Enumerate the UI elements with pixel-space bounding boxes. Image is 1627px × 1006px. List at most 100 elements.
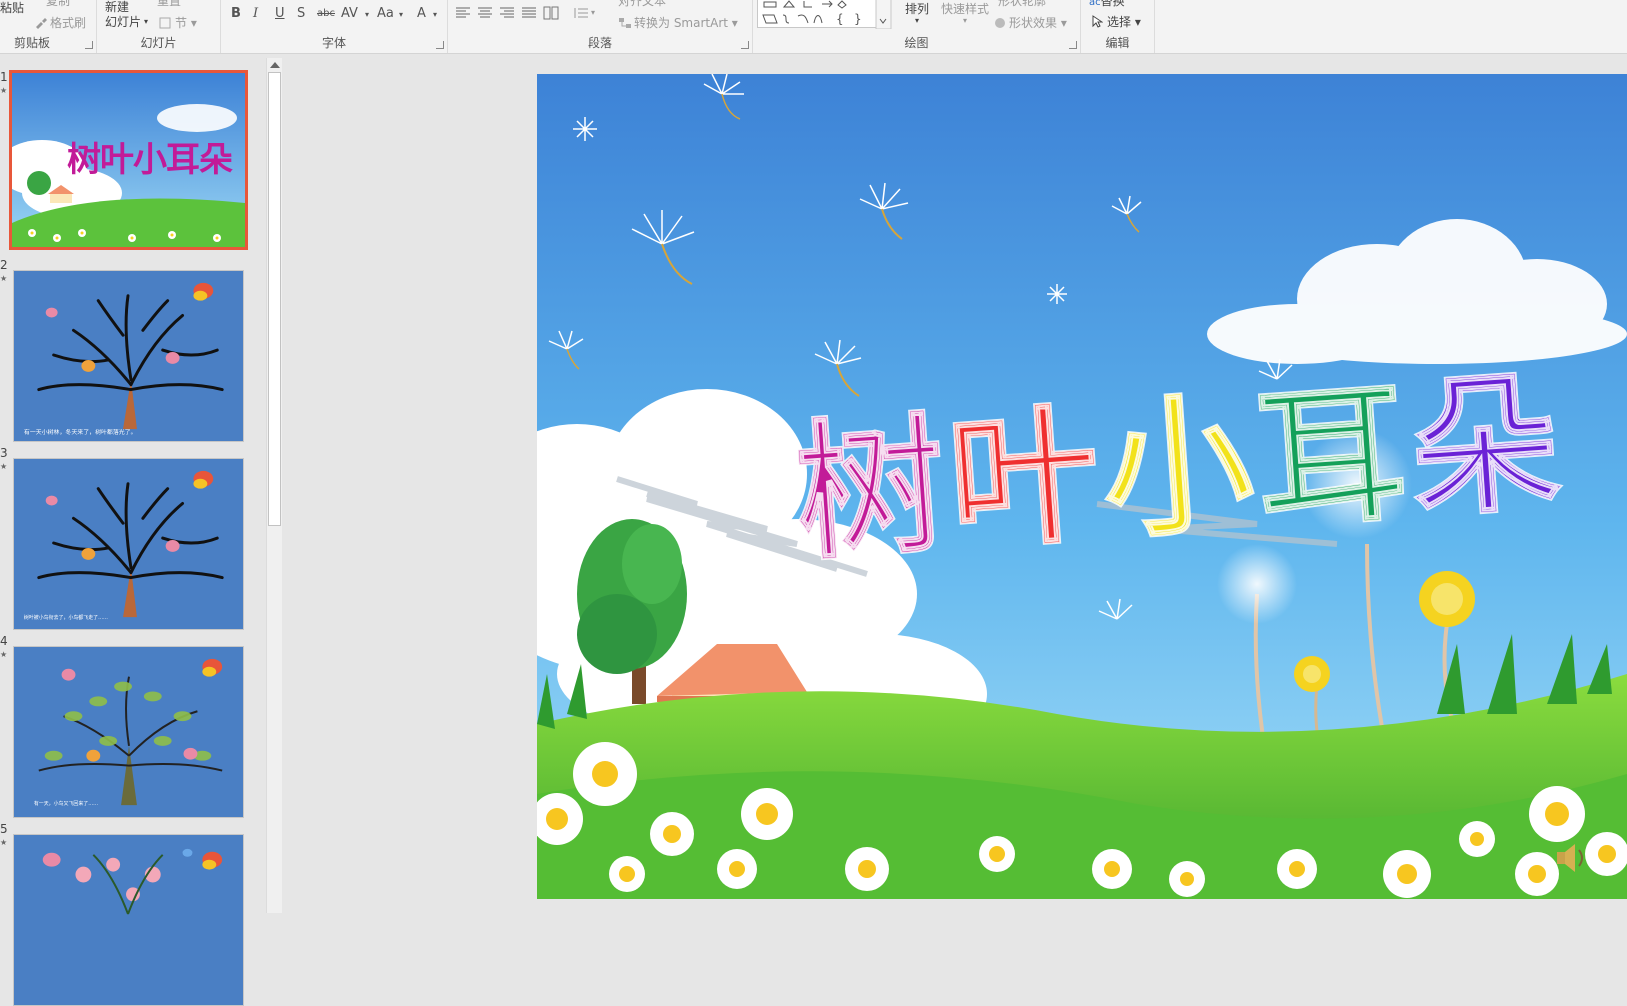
- shape-effects-icon: [993, 17, 1007, 29]
- title-char: 小: [1096, 376, 1264, 562]
- scroll-up-icon[interactable]: [270, 62, 280, 68]
- slide-number: 3: [0, 446, 8, 460]
- bold-button[interactable]: B: [231, 6, 241, 21]
- shape-effects-button[interactable]: 形状效果 ▾: [993, 14, 1067, 31]
- svg-text:{: {: [836, 12, 844, 26]
- slide-number: 2: [0, 258, 8, 272]
- arrange-dropdown-icon[interactable]: ▾: [915, 16, 919, 25]
- slide-thumbnail-1[interactable]: 树叶小耳朵: [9, 70, 248, 250]
- main-slide[interactable]: 树叶小耳朵: [537, 74, 1627, 899]
- shape-outline-button[interactable]: 形状轮廓: [998, 0, 1046, 9]
- smartart-icon: [618, 17, 632, 29]
- font-color-button[interactable]: A: [417, 6, 426, 21]
- thumb-caption: 有一天，小鸟又飞回来了……: [34, 800, 98, 807]
- slide-thumbnail-4[interactable]: 有一天，小鸟又飞回来了……: [13, 646, 244, 818]
- title-char: 叶: [942, 386, 1110, 572]
- title-char: 耳: [1249, 365, 1417, 551]
- columns-icon[interactable]: [543, 6, 559, 20]
- copy-button[interactable]: 复制: [46, 0, 70, 9]
- editing-group: ac替换 选择 ▾ 编辑: [1081, 0, 1155, 53]
- arrange-button[interactable]: 排列: [905, 0, 929, 17]
- section-icon: [159, 17, 173, 29]
- underline-button[interactable]: U: [275, 6, 285, 21]
- align-text-button[interactable]: 对齐文本: [618, 0, 666, 9]
- slide-thumbnail-pane: 1 ★ 树叶小耳朵 2 ★ 有一天小树林，冬天来了，树叶都落光了。 3 ★ 树叶…: [0, 55, 285, 1006]
- drawing-group-label: 绘图: [904, 36, 929, 50]
- align-right-icon[interactable]: [499, 7, 515, 19]
- align-left-icon[interactable]: [455, 7, 471, 19]
- slide-thumbnail-4-art: 有一天，小鸟又飞回来了……: [14, 647, 243, 817]
- format-painter-label: 格式刷: [50, 16, 87, 30]
- change-case-dropdown-icon[interactable]: ▾: [399, 10, 403, 19]
- font-launcher-icon[interactable]: [436, 41, 444, 49]
- slides-group: 新建 幻灯片 ▾ 重置 节 ▾ 幻灯片: [97, 0, 221, 53]
- reset-button[interactable]: 重置: [157, 0, 181, 9]
- ribbon: 粘贴 复制 格式刷 剪贴板 新建 幻灯片 ▾ 重置 节 ▾ 幻灯片 B I U …: [0, 0, 1627, 54]
- cursor-icon: [1091, 15, 1105, 28]
- shapes-gallery-icons: { }: [762, 0, 892, 30]
- drawing-launcher-icon[interactable]: [1069, 41, 1077, 49]
- font-group: B I U S abc AV ▾ Aa ▾ A ▾ 字体: [221, 0, 448, 53]
- slide-thumbnail-5[interactable]: [13, 834, 244, 1006]
- replace-label: 替换: [1100, 0, 1125, 8]
- thumb-caption: 有一天小树林，冬天来了，树叶都落光了。: [24, 428, 137, 436]
- animation-star-icon: ★: [0, 838, 8, 847]
- section-button[interactable]: 节 ▾: [159, 14, 197, 31]
- shapes-gallery[interactable]: { }: [757, 0, 892, 30]
- slide-thumbnail-5-art: [14, 835, 243, 1005]
- paragraph-launcher-icon[interactable]: [741, 41, 749, 49]
- slides-group-label: 幻灯片: [140, 36, 177, 50]
- line-spacing-icon[interactable]: [573, 7, 589, 19]
- clipboard-launcher-icon[interactable]: [85, 41, 93, 49]
- thumbnail-scrollbar[interactable]: [266, 58, 282, 913]
- paste-button[interactable]: 粘贴: [0, 0, 24, 16]
- shadow-button[interactable]: S: [297, 6, 305, 21]
- thumb-caption: 树叶被小鸟衔去了，小鸟都飞走了……: [24, 614, 108, 621]
- line-spacing-dropdown-icon[interactable]: ▾: [591, 8, 595, 17]
- char-spacing-dropdown-icon[interactable]: ▾: [365, 10, 369, 19]
- char-spacing-button[interactable]: AV: [341, 6, 358, 21]
- animation-star-icon: ★: [0, 462, 8, 471]
- replace-button[interactable]: ac替换: [1089, 0, 1125, 9]
- paragraph-group: ▾ 对齐文本 转换为 SmartArt ▾ 段落: [448, 0, 753, 53]
- change-case-button[interactable]: Aa: [377, 6, 394, 21]
- thumb-title-text: 树叶小耳朵: [67, 140, 233, 180]
- clipboard-group: 粘贴 复制 格式刷 剪贴板: [0, 0, 97, 53]
- section-label: 节: [175, 16, 188, 30]
- slide-thumbnail-2[interactable]: 有一天小树林，冬天来了，树叶都落光了。: [13, 270, 244, 442]
- font-group-label: 字体: [321, 36, 346, 50]
- slide-thumbnail-3[interactable]: 树叶被小鸟衔去了，小鸟都飞走了……: [13, 458, 244, 630]
- slide-number: 5: [0, 822, 8, 836]
- title-char: 朵: [1403, 354, 1571, 540]
- slide-number: 1: [0, 70, 8, 84]
- clipboard-group-label: 剪贴板: [14, 36, 51, 50]
- font-color-dropdown-icon[interactable]: ▾: [433, 10, 437, 19]
- scrollbar-thumb[interactable]: [268, 72, 281, 526]
- align-center-icon[interactable]: [477, 7, 493, 19]
- svg-text:}: }: [854, 12, 862, 26]
- italic-button[interactable]: I: [253, 6, 258, 21]
- slide-thumbnail-1-art: 树叶小耳朵: [12, 73, 245, 247]
- justify-icon[interactable]: [521, 7, 537, 19]
- shape-effects-label: 形状效果: [1009, 16, 1058, 30]
- replace-icon: ac: [1089, 0, 1101, 8]
- animation-star-icon: ★: [0, 86, 8, 95]
- slide-thumbnail-2-art: 有一天小树林，冬天来了，树叶都落光了。: [14, 271, 243, 441]
- new-slide-dropdown-icon[interactable]: ▾: [144, 17, 148, 26]
- animation-star-icon: ★: [0, 650, 8, 659]
- select-button[interactable]: 选择 ▾: [1091, 13, 1141, 30]
- format-painter-button[interactable]: 格式刷: [34, 14, 86, 31]
- title-char: 树: [788, 397, 956, 583]
- paragraph-group-label: 段落: [587, 36, 612, 50]
- convert-smartart-label: 转换为 SmartArt: [634, 16, 728, 30]
- drawing-group: { } 排列 ▾ 快速样式 ▾ 形状轮廓 形状效果 ▾ 绘图: [753, 0, 1081, 53]
- editing-group-label: 编辑: [1105, 36, 1130, 50]
- brush-icon: [34, 17, 48, 29]
- quick-styles-button[interactable]: 快速样式: [941, 0, 989, 17]
- new-slide-button[interactable]: 新建 幻灯片: [105, 0, 141, 30]
- convert-smartart-button[interactable]: 转换为 SmartArt ▾: [618, 14, 738, 31]
- quick-styles-dropdown-icon[interactable]: ▾: [963, 16, 967, 25]
- strikethrough-button[interactable]: abc: [317, 8, 335, 19]
- select-label: 选择: [1107, 15, 1132, 29]
- slide-thumbnail-3-art: 树叶被小鸟衔去了，小鸟都飞走了……: [14, 459, 243, 629]
